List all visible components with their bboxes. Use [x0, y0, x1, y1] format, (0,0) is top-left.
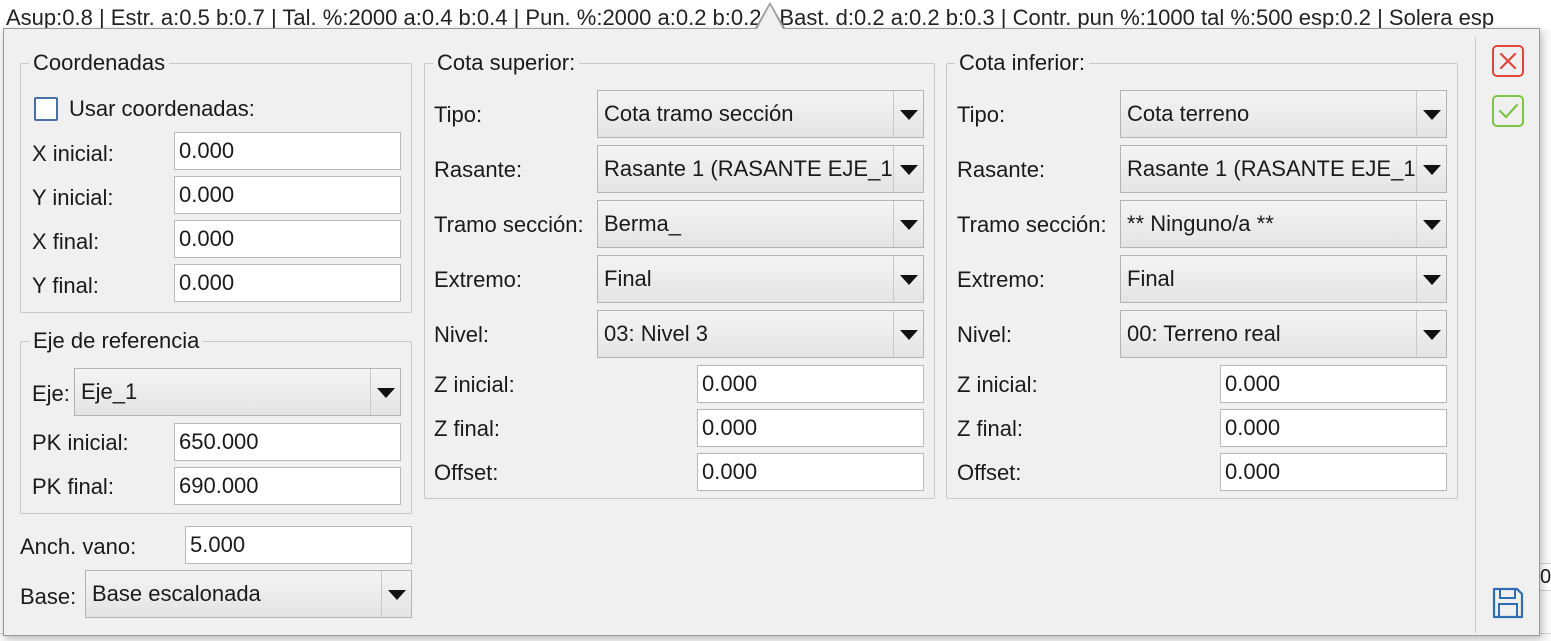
ci-tipo-label: Tipo: [957, 102, 1006, 127]
section-properties-popup: Coordenadas Usar coordenadas: X inicial:… [3, 28, 1540, 636]
base-select-value: Base escalonada [92, 581, 261, 606]
ci-offset-label: Offset: [957, 460, 1022, 485]
y-final-field[interactable]: 0.000 [174, 264, 401, 302]
chevron-down-icon [893, 91, 923, 137]
coordenadas-legend: Coordenadas [29, 51, 170, 75]
x-inicial-field[interactable]: 0.000 [174, 132, 401, 170]
pk-inicial-field[interactable]: 650.000 [174, 423, 401, 461]
x-inicial-label: X inicial: [32, 141, 114, 166]
cs-z-inicial-label: Z inicial: [434, 372, 515, 397]
cs-tramo-label: Tramo sección: [434, 212, 584, 237]
eje-select-value: Eje_1 [81, 379, 138, 404]
pk-inicial-label: PK inicial: [32, 430, 129, 455]
cs-offset-label: Offset: [434, 460, 499, 485]
ci-extremo-select[interactable]: Final [1120, 255, 1447, 303]
cota-inferior-legend: Cota inferior: [955, 51, 1089, 75]
chevron-down-icon [893, 311, 923, 357]
cs-rasante-select[interactable]: Rasante 1 (RASANTE EJE_1) [597, 145, 924, 193]
eje-select[interactable]: Eje_1 [74, 368, 401, 416]
anch-vano-field[interactable]: 5.000 [185, 526, 412, 564]
chevron-down-icon [1416, 201, 1446, 247]
ci-z-inicial-field[interactable]: 0.000 [1220, 365, 1447, 403]
cs-tramo-select[interactable]: Berma_ [597, 200, 924, 248]
cs-extremo-label: Extremo: [434, 267, 523, 292]
ci-extremo-label: Extremo: [957, 267, 1046, 292]
ci-nivel-value: 00: Terreno real [1127, 321, 1281, 346]
chevron-down-icon [1416, 311, 1446, 357]
chevron-down-icon [893, 201, 923, 247]
cs-nivel-label: Nivel: [434, 322, 490, 347]
ci-nivel-label: Nivel: [957, 322, 1013, 347]
eje-label: Eje: [32, 381, 70, 406]
check-icon [1492, 95, 1524, 127]
ci-tramo-value: ** Ninguno/a ** [1127, 211, 1274, 236]
background-fragment: 0 [1540, 563, 1551, 591]
cota-superior-group: Cota superior: Tipo: Cota tramo sección … [424, 51, 935, 499]
ci-offset-field[interactable]: 0.000 [1220, 453, 1447, 491]
chevron-down-icon [893, 146, 923, 192]
chevron-down-icon [381, 571, 411, 617]
cota-inferior-group: Cota inferior: Tipo: Cota terreno Rasant… [946, 51, 1458, 499]
popup-caret-fill [757, 5, 783, 29]
ci-rasante-value: Rasante 1 (RASANTE EJE_1) [1127, 156, 1416, 181]
eje-referencia-group: Eje de referencia Eje: Eje_1 PK inicial:… [20, 329, 412, 514]
x-final-label: X final: [32, 229, 100, 254]
accept-button[interactable] [1491, 94, 1525, 128]
ci-rasante-select[interactable]: Rasante 1 (RASANTE EJE_1) [1120, 145, 1447, 193]
ci-tipo-select[interactable]: Cota terreno [1120, 90, 1447, 138]
eje-referencia-legend: Eje de referencia [29, 329, 204, 353]
base-select[interactable]: Base escalonada [85, 570, 412, 618]
cs-extremo-value: Final [604, 266, 652, 291]
cs-z-final-label: Z final: [434, 416, 501, 441]
chevron-down-icon [1416, 91, 1446, 137]
chevron-down-icon [1416, 146, 1446, 192]
cs-tipo-value: Cota tramo sección [604, 101, 794, 126]
ci-tipo-value: Cota terreno [1127, 101, 1250, 126]
save-icon [1492, 587, 1524, 619]
cs-tipo-label: Tipo: [434, 102, 483, 127]
usar-coordenadas-label: Usar coordenadas: [69, 96, 255, 121]
ci-tramo-select[interactable]: ** Ninguno/a ** [1120, 200, 1447, 248]
cs-z-final-field[interactable]: 0.000 [697, 409, 924, 447]
ci-tramo-label: Tramo sección: [957, 212, 1107, 237]
action-separator [1475, 37, 1476, 633]
cs-rasante-value: Rasante 1 (RASANTE EJE_1) [604, 156, 893, 181]
ci-extremo-value: Final [1127, 266, 1175, 291]
pk-final-field[interactable]: 690.000 [174, 467, 401, 505]
coordenadas-group: Coordenadas Usar coordenadas: X inicial:… [20, 51, 412, 313]
ci-z-final-field[interactable]: 0.000 [1220, 409, 1447, 447]
usar-coordenadas-checkbox[interactable] [34, 97, 58, 121]
ci-nivel-select[interactable]: 00: Terreno real [1120, 310, 1447, 358]
base-label: Base: [20, 584, 77, 609]
cs-offset-field[interactable]: 0.000 [697, 453, 924, 491]
cs-nivel-select[interactable]: 03: Nivel 3 [597, 310, 924, 358]
cs-z-inicial-field[interactable]: 0.000 [697, 365, 924, 403]
save-button[interactable] [1491, 586, 1525, 620]
chevron-down-icon [370, 369, 400, 415]
ci-rasante-label: Rasante: [957, 157, 1046, 182]
ci-z-final-label: Z final: [957, 416, 1024, 441]
anch-vano-label: Anch. vano: [20, 534, 137, 559]
cs-nivel-value: 03: Nivel 3 [604, 321, 708, 346]
x-final-field[interactable]: 0.000 [174, 220, 401, 258]
close-button[interactable] [1491, 44, 1525, 78]
cs-rasante-label: Rasante: [434, 157, 523, 182]
y-inicial-field[interactable]: 0.000 [174, 176, 401, 214]
cota-superior-legend: Cota superior: [433, 51, 580, 75]
cs-tramo-value: Berma_ [604, 211, 682, 236]
cs-extremo-select[interactable]: Final [597, 255, 924, 303]
pk-final-label: PK final: [32, 474, 114, 499]
y-inicial-label: Y inicial: [32, 185, 114, 210]
y-final-label: Y final: [32, 273, 99, 298]
chevron-down-icon [893, 256, 923, 302]
chevron-down-icon [1416, 256, 1446, 302]
close-icon [1492, 45, 1524, 77]
ci-z-inicial-label: Z inicial: [957, 372, 1038, 397]
cs-tipo-select[interactable]: Cota tramo sección [597, 90, 924, 138]
